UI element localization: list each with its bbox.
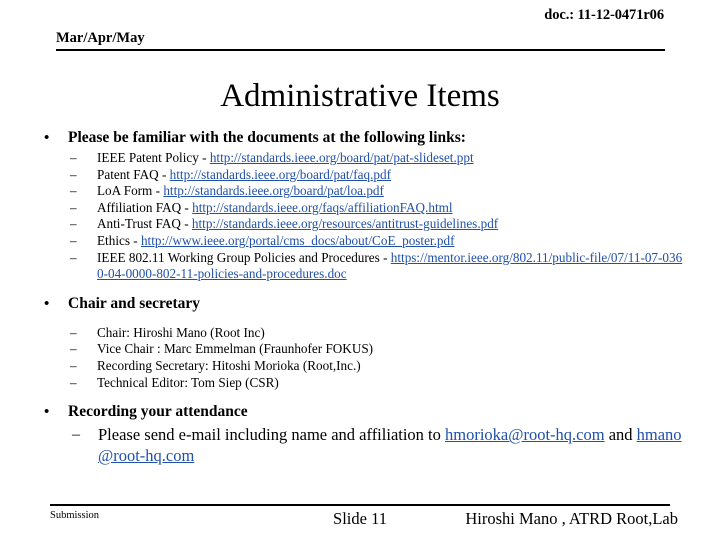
- section-heading-label: Chair and secretary: [68, 294, 201, 312]
- link-patent-faq[interactable]: http://standards.ieee.org/board/pat/faq.…: [170, 167, 391, 182]
- bullet-icon: •: [44, 404, 50, 421]
- footer-divider: [50, 504, 670, 506]
- link-loa-form[interactable]: http://standards.ieee.org/board/pat/loa.…: [163, 183, 384, 198]
- list-item: – IEEE Patent Policy - http://standards.…: [0, 150, 720, 167]
- slide-body: • Please be familiar with the documents …: [0, 128, 720, 466]
- dash-icon: –: [70, 341, 77, 357]
- list-item: – Vice Chair : Marc Emmelman (Fraunhofer…: [0, 341, 720, 358]
- link-patent-policy[interactable]: http://standards.ieee.org/board/pat/pat-…: [210, 150, 474, 165]
- dash-icon: –: [70, 357, 77, 373]
- dash-icon: –: [70, 199, 77, 215]
- list-item-label-continued: and: [604, 425, 637, 445]
- list-item: – Chair: Hiroshi Mano (Root Inc): [0, 325, 720, 342]
- section-heading: • Please be familiar with the documents …: [0, 128, 720, 148]
- list-item-label: LoA Form -: [97, 183, 164, 199]
- link-email-hmorioka[interactable]: hmorioka@root-hq.com: [445, 425, 605, 444]
- list-item-label: Vice Chair : Marc Emmelman (Fraunhofer F…: [97, 341, 374, 357]
- list-item-label: Anti-Trust FAQ -: [97, 216, 192, 232]
- list-item-label: Affiliation FAQ -: [97, 199, 193, 215]
- section-heading-label: Recording your attendance: [68, 403, 248, 421]
- bullet-icon: •: [44, 130, 50, 146]
- link-ethics[interactable]: http://www.ieee.org/portal/cms_docs/abou…: [141, 233, 455, 248]
- header-divider: [56, 49, 665, 51]
- section-chair-secretary: • Chair and secretary – Chair: Hiroshi M…: [0, 294, 720, 391]
- footer-author: Hiroshi Mano , ATRD Root,Lab: [465, 509, 678, 528]
- list-item: – LoA Form - http://standards.ieee.org/b…: [0, 183, 720, 200]
- section-heading: • Recording your attendance: [0, 402, 720, 422]
- document-id: doc.: 11-12-0471r06: [544, 7, 664, 23]
- dash-icon: –: [72, 426, 80, 444]
- section-documents: • Please be familiar with the documents …: [0, 128, 720, 283]
- list-item-label: IEEE Patent Policy -: [97, 150, 210, 165]
- dash-icon: –: [70, 249, 77, 265]
- list-item-label: Recording Secretary: Hitoshi Morioka (Ro…: [97, 357, 361, 373]
- list-item: – Affiliation FAQ - http://standards.iee…: [0, 200, 720, 217]
- list-item-label: Patent FAQ -: [97, 166, 170, 182]
- dash-icon: –: [70, 216, 77, 232]
- list-item: – Technical Editor: Tom Siep (CSR): [0, 375, 720, 392]
- section-heading: • Chair and secretary: [0, 294, 720, 314]
- dash-icon: –: [70, 183, 77, 199]
- list-item-label: Please send e-mail including name and af…: [98, 425, 446, 445]
- section-recording-attendance: • Recording your attendance – Please sen…: [0, 402, 720, 466]
- dash-icon: –: [70, 232, 77, 248]
- page-title: Administrative Items: [220, 78, 500, 114]
- section-heading-label: Please be familiar with the documents at…: [68, 129, 466, 146]
- link-antitrust-faq[interactable]: http://standards.ieee.org/resources/anti…: [192, 216, 498, 231]
- list-item: – Ethics - http://www.ieee.org/portal/cm…: [0, 233, 720, 250]
- list-item: – Anti-Trust FAQ - http://standards.ieee…: [0, 216, 720, 233]
- list-item: – Please send e-mail including name and …: [0, 424, 720, 466]
- meeting-month-label: Mar/Apr/May: [56, 30, 145, 46]
- list-item-label: Chair: Hiroshi Mano (Root Inc): [97, 324, 265, 340]
- list-item: – Recording Secretary: Hitoshi Morioka (…: [0, 358, 720, 375]
- list-item-label: IEEE 802.11 Working Group Policies and P…: [97, 249, 391, 265]
- dash-icon: –: [70, 166, 77, 182]
- list-item: – IEEE 802.11 Working Group Policies and…: [0, 250, 720, 283]
- list-item-label: Technical Editor: Tom Siep (CSR): [97, 374, 279, 390]
- list-item: – Patent FAQ - http://standards.ieee.org…: [0, 167, 720, 184]
- dash-icon: –: [70, 150, 77, 165]
- dash-icon: –: [70, 374, 77, 390]
- link-affiliation-faq[interactable]: http://standards.ieee.org/faqs/affiliati…: [192, 200, 452, 215]
- list-item-label: Ethics -: [97, 232, 141, 248]
- dash-icon: –: [70, 324, 77, 340]
- bullet-icon: •: [44, 295, 50, 312]
